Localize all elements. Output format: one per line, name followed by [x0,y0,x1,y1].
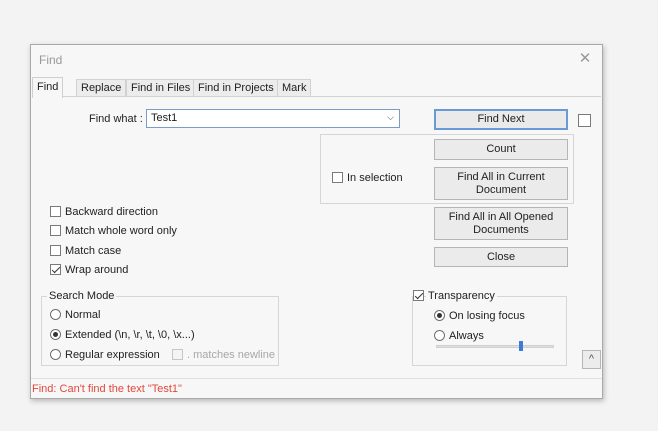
tab-bar: Find Replace Find in Files Find in Proje… [31,77,602,98]
transparency-checkbox[interactable] [413,290,424,301]
matches-newline-checkbox[interactable] [172,349,183,360]
transparency-slider-thumb[interactable] [519,341,523,351]
find-pane: Find what : Test1 ⌵ Find Next In selecti… [32,96,601,379]
in-selection-label: In selection [347,172,403,184]
close-icon[interactable]: ✕ [576,49,594,69]
extended-radio[interactable] [50,329,61,340]
transparency-pin-checkbox[interactable] [578,114,591,127]
matches-newline-label: . matches newline [187,349,276,361]
find-what-combobox[interactable]: Test1 ⌵ [146,109,400,128]
always-radio[interactable] [434,330,445,341]
find-all-opened-line2: Documents [473,223,529,236]
tab-find-in-files[interactable]: Find in Files [126,79,196,96]
match-whole-word-checkbox[interactable] [50,225,61,236]
on-losing-focus-label: On losing focus [449,310,525,322]
regex-label: Regular expression [65,349,160,361]
tab-mark[interactable]: Mark [277,79,312,96]
wrap-around-checkbox[interactable] [50,264,61,275]
on-losing-focus-radio[interactable] [434,310,445,321]
transparency-slider-track[interactable] [436,345,554,348]
wrap-around-label: Wrap around [65,264,129,276]
status-bar: Find: Can't find the text "Test1" [31,378,602,399]
dialog-title: Find [39,53,63,67]
match-whole-word-label: Match whole word only [65,225,177,237]
find-all-current-line1: Find All in Current [457,170,545,183]
normal-label: Normal [65,309,101,321]
tab-find[interactable]: Find [32,77,64,98]
title-bar[interactable]: Find ✕ [31,45,602,75]
always-label: Always [449,330,484,342]
close-button[interactable]: Close [434,247,568,267]
tab-find-in-projects[interactable]: Find in Projects [193,79,279,96]
search-mode-title: Search Mode [47,290,117,302]
in-selection-checkbox[interactable] [332,172,343,183]
find-all-opened-line1: Find All in All Opened [448,210,554,223]
extended-label: Extended (\n, \r, \t, \0, \x...) [65,329,195,341]
tab-replace[interactable]: Replace [76,79,127,96]
normal-radio[interactable] [50,309,61,320]
regex-radio[interactable] [50,349,61,360]
backward-direction-checkbox[interactable] [50,206,61,217]
find-what-value: Test1 [151,112,178,124]
find-all-current-button[interactable]: Find All in Current Document [434,167,568,200]
status-message: Find: Can't find the text "Test1" [32,383,182,395]
find-all-opened-button[interactable]: Find All in All Opened Documents [434,207,568,240]
find-next-button[interactable]: Find Next [434,109,568,130]
backward-direction-label: Backward direction [65,206,158,218]
count-button[interactable]: Count [434,139,568,160]
match-case-label: Match case [65,245,122,257]
chevron-down-icon[interactable]: ⌵ [387,112,394,123]
transparency-label: Transparency [426,290,497,302]
find-all-current-line2: Document [475,183,527,196]
match-case-checkbox[interactable] [50,245,61,256]
find-dialog: Find ✕ Find Replace Find in Files Find i… [30,44,603,399]
collapse-button[interactable]: ^ [582,350,601,369]
find-what-label: Find what : [89,113,143,125]
